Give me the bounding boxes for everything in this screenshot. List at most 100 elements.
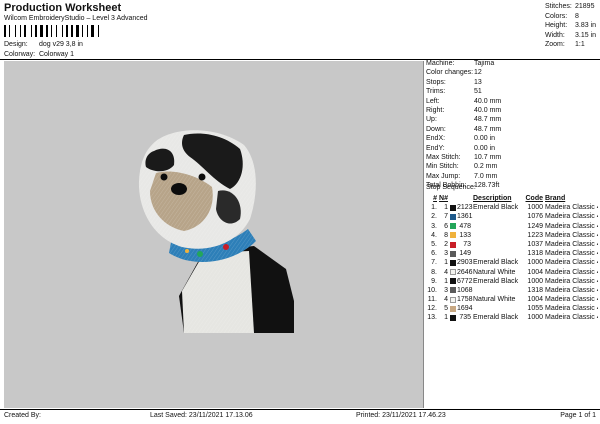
property-label: Max Stitch: bbox=[426, 153, 461, 161]
thread-number: 1694 bbox=[457, 305, 473, 313]
thread-description: Natural White bbox=[473, 268, 516, 276]
table-row: 9. 1 6772 Emerald Black 1000 Madeira Classic … bbox=[426, 277, 598, 286]
property-label: Max Jump: bbox=[426, 172, 461, 180]
property-label: Stops: bbox=[426, 78, 446, 86]
color-swatch bbox=[448, 203, 457, 212]
table-row: 5. 2 73 1037Madeira Classic 40 bbox=[426, 240, 598, 249]
barcode-bar bbox=[91, 25, 94, 37]
property-label: Color changes: bbox=[426, 69, 474, 77]
table-row: 10. 3 1068 1318Madeira Classic 40 bbox=[426, 286, 598, 295]
barcode-bar bbox=[40, 25, 43, 37]
property-label: Machine: bbox=[426, 60, 455, 67]
color-swatch bbox=[448, 222, 457, 231]
property-row: Max Jump: 7.0 mm bbox=[426, 172, 598, 181]
property-value: 0.00 in bbox=[474, 135, 496, 143]
stop-number: 7. bbox=[431, 259, 437, 267]
color-swatch-chip bbox=[449, 250, 456, 257]
thread-code: 1000 bbox=[527, 277, 543, 285]
thread-description bbox=[473, 222, 521, 231]
summary-value: 8 bbox=[575, 12, 579, 20]
last-saved: Last Saved: 23/11/2021 17.13.06 bbox=[150, 412, 253, 419]
thread-brand: Madeira Classic 40 bbox=[545, 277, 598, 285]
property-row: Left: 40.0 mm bbox=[426, 97, 598, 106]
property-row: EndX: 0.00 in bbox=[426, 134, 598, 143]
summary-label: Stitches: bbox=[545, 3, 572, 10]
barcode-bar bbox=[82, 25, 83, 37]
property-value: 13 bbox=[474, 78, 482, 86]
thread-code: 1223 bbox=[527, 231, 543, 239]
property-value: 48.7 mm bbox=[474, 125, 502, 133]
thread-code: 1318 bbox=[527, 286, 543, 294]
property-row: Min Stitch: 0.2 mm bbox=[426, 162, 598, 171]
created-by: Created By: bbox=[4, 412, 41, 419]
thread-description: Emerald Black bbox=[473, 277, 519, 285]
thread-brand: Madeira Classic 40 bbox=[545, 213, 598, 221]
barcode-bar bbox=[87, 25, 88, 37]
needle-number: 3 bbox=[444, 250, 448, 258]
barcode-bar bbox=[74, 25, 75, 37]
needle-number: 8 bbox=[444, 231, 448, 239]
page-number: Page 1 of 1 bbox=[560, 412, 596, 419]
thread-description bbox=[473, 240, 521, 249]
thread-brand: Madeira Classic 40 bbox=[545, 268, 598, 276]
thread-code: 1004 bbox=[527, 268, 543, 276]
summary-value: 3.83 in bbox=[575, 22, 597, 30]
col-thread-header bbox=[457, 194, 473, 203]
thread-number: 133 bbox=[459, 231, 471, 239]
summary-label: Colors: bbox=[545, 12, 568, 20]
barcode-bar bbox=[53, 25, 55, 37]
color-swatch bbox=[448, 212, 457, 221]
needle-number: 1 bbox=[444, 259, 448, 267]
barcode-bar bbox=[98, 25, 99, 37]
summary-label: Height: bbox=[545, 22, 568, 30]
barcode-bar bbox=[69, 25, 70, 37]
color-swatch bbox=[448, 249, 457, 258]
color-swatch-chip bbox=[449, 287, 456, 294]
needle-number: 4 bbox=[444, 268, 448, 276]
summary-value: 21895 bbox=[575, 3, 595, 10]
stop-number: 10. bbox=[427, 286, 437, 294]
worksheet-title: Production Worksheet bbox=[4, 2, 122, 14]
thread-brand: Madeira Classic 40 bbox=[545, 204, 598, 212]
barcode-bar bbox=[20, 25, 21, 37]
barcode-bar bbox=[11, 25, 14, 37]
colorway-meta: Colorway: Colorway 1 bbox=[4, 51, 74, 58]
thread-number: 1361 bbox=[457, 213, 473, 221]
barcode-bar bbox=[9, 25, 10, 37]
needle-number: 3 bbox=[444, 286, 448, 294]
property-row: Max Stitch: 10.7 mm bbox=[426, 153, 598, 162]
stop-number: 3. bbox=[431, 222, 437, 230]
barcode-bar bbox=[35, 25, 37, 37]
thread-brand: Madeira Classic 40 bbox=[545, 305, 598, 313]
property-row: Color changes: 12 bbox=[426, 68, 598, 77]
thread-description: Emerald Black bbox=[473, 259, 519, 267]
property-value: 40.0 mm bbox=[474, 106, 502, 114]
table-row: 2. 7 1361 1076Madeira Classic 40 bbox=[426, 212, 598, 221]
summary-row: Stitches: 21895 bbox=[545, 2, 597, 12]
color-swatch-chip bbox=[449, 259, 456, 266]
table-row: 12. 5 1694 1055Madeira Classic 40 bbox=[426, 304, 598, 313]
color-swatch bbox=[448, 258, 457, 267]
barcode-bar bbox=[22, 25, 23, 37]
property-value: 0.2 mm bbox=[474, 163, 498, 171]
color-swatch-chip bbox=[449, 223, 456, 230]
col-color-header bbox=[448, 194, 457, 203]
color-swatch-chip bbox=[449, 241, 456, 248]
color-swatch bbox=[448, 231, 457, 240]
color-swatch-chip bbox=[449, 232, 456, 239]
design-preview[interactable] bbox=[4, 61, 424, 408]
color-swatch-chip bbox=[449, 269, 456, 276]
property-label: EndX: bbox=[426, 135, 446, 143]
col-needle-header: N# bbox=[439, 195, 448, 202]
property-label: Down: bbox=[426, 125, 446, 133]
thread-code: 1249 bbox=[527, 222, 543, 230]
property-row: Up: 48.7 mm bbox=[426, 115, 598, 124]
thread-brand: Madeira Classic 40 bbox=[545, 286, 598, 294]
table-row: 4. 8 133 1223Madeira Classic 40 bbox=[426, 231, 598, 240]
property-value: 0.00 in bbox=[474, 144, 496, 152]
barcode-bar bbox=[17, 25, 19, 37]
color-swatch bbox=[448, 268, 457, 277]
thread-brand: Madeira Classic 40 bbox=[545, 250, 598, 258]
col-description-header: Description bbox=[473, 195, 512, 202]
color-swatch-chip bbox=[449, 315, 456, 322]
